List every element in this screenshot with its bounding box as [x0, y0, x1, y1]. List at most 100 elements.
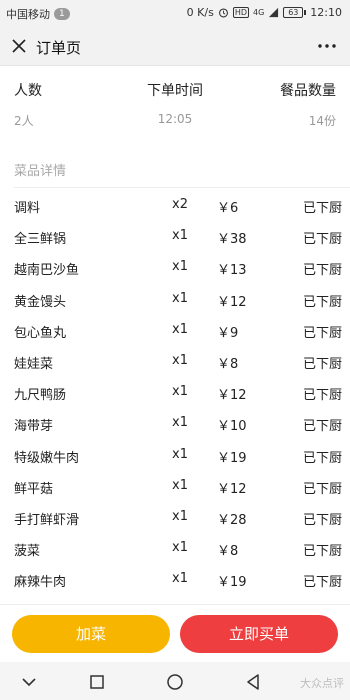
dish-price: ￥19 [217, 450, 247, 466]
order-summary: 人数 2人 下单时间 12:05 餐品数量 14份 [0, 80, 350, 140]
dish-quantity: x1 [172, 352, 188, 368]
section-title: 菜品详情 [14, 164, 67, 179]
people-label: 人数 [14, 83, 42, 99]
page-title: 订单页 [36, 39, 82, 57]
nav-collapse-button[interactable] [18, 671, 40, 693]
battery-level: 63 [283, 7, 304, 18]
dish-price: ￥13 [217, 263, 247, 279]
dish-price: ￥9 [217, 325, 239, 341]
dish-name: 全三鲜锅 [14, 232, 67, 248]
network-type: 4G [253, 8, 265, 17]
dish-price: ￥12 [217, 294, 247, 310]
dish-row: 黄金馒头 x1 ￥12 已下厨 [0, 283, 350, 314]
dish-row: 鲜平菇 x1 ￥12 已下厨 [0, 470, 350, 501]
dish-status: 已下厨 [302, 356, 342, 372]
status-bar: 中国移动 1 0 K/s HD 4G 63 12:10 [0, 0, 350, 26]
dish-row: 九尺鸭肠 x1 ￥12 已下厨 [0, 376, 350, 407]
alarm-icon [218, 8, 228, 18]
item-count-summary: 餐品数量 14份 [226, 80, 336, 129]
order-time-value: 12:05 [157, 112, 193, 126]
dish-price: ￥38 [217, 232, 247, 248]
dish-name: 娃娃菜 [14, 356, 54, 372]
dish-status: 已下厨 [302, 201, 342, 216]
back-triangle-icon [247, 674, 259, 690]
dish-quantity: x1 [172, 477, 188, 493]
dish-quantity: x1 [172, 415, 188, 431]
dish-row: 麻辣牛肉 x1 ￥19 已下厨 [0, 563, 350, 594]
pay-now-button[interactable]: 立即买单 [180, 615, 338, 653]
dish-row: 全三鲜锅 x1 ￥38 已下厨 [0, 220, 350, 251]
more-icon [318, 44, 336, 48]
close-icon [12, 39, 26, 53]
square-icon [90, 675, 104, 689]
dish-status: 已下厨 [302, 419, 342, 435]
dish-row: 娃娃菜 x1 ￥8 已下厨 [0, 345, 350, 376]
people-value: 2人 [14, 114, 34, 128]
system-nav-bar: 大众点评 [0, 662, 350, 700]
order-time-summary: 下单时间 12:05 [120, 80, 230, 126]
dish-name: 特级嫩牛肉 [14, 450, 80, 466]
dish-name: 包心鱼丸 [14, 325, 67, 341]
dish-quantity: x1 [172, 508, 188, 524]
chevron-down-icon [22, 678, 36, 687]
signal-icon [269, 7, 279, 18]
divider [14, 187, 350, 188]
watermark: 大众点评 [300, 677, 344, 690]
title-bar: 订单页 [0, 26, 350, 66]
dish-name: 海带芽 [14, 419, 54, 435]
dish-name: 调料 [14, 201, 41, 216]
nav-recents-button[interactable] [86, 671, 108, 693]
dish-price: ￥8 [217, 356, 239, 372]
dish-row: 菠菜 x1 ￥8 已下厨 [0, 532, 350, 563]
item-count-value: 14份 [308, 114, 336, 128]
people-summary: 人数 2人 [14, 80, 124, 129]
dish-quantity: x1 [172, 571, 188, 587]
dish-price: ￥6 [217, 201, 239, 216]
close-button[interactable] [8, 35, 30, 57]
dish-quantity: x1 [172, 290, 188, 306]
dish-price: ￥12 [217, 481, 247, 497]
dish-status: 已下厨 [302, 325, 342, 341]
dish-status: 已下厨 [302, 512, 342, 528]
dish-status: 已下厨 [302, 232, 342, 248]
add-dish-button[interactable]: 加菜 [12, 615, 170, 653]
more-button[interactable] [314, 34, 340, 58]
dish-name: 九尺鸭肠 [14, 388, 67, 404]
dish-row: 包心鱼丸 x1 ￥9 已下厨 [0, 314, 350, 345]
dish-quantity: x1 [172, 228, 188, 244]
dish-list: 调料 x2 ￥6 已下厨 全三鲜锅 x1 ￥38 已下厨 越南巴沙鱼 x1 ￥13 已下厨 黄金馒… [0, 189, 350, 594]
dish-status: 已下厨 [302, 450, 342, 466]
dish-quantity: x2 [172, 197, 188, 212]
dish-row: 越南巴沙鱼 x1 ￥13 已下厨 [0, 251, 350, 282]
item-count-label: 餐品数量 [280, 83, 336, 99]
dish-name: 手打鲜虾滑 [14, 512, 80, 528]
dish-status: 已下厨 [302, 544, 342, 560]
dish-name: 黄金馒头 [14, 294, 67, 310]
dish-status: 已下厨 [302, 388, 342, 404]
action-footer: 加菜 立即买单 [0, 604, 350, 662]
dish-quantity: x1 [172, 384, 188, 400]
dish-quantity: x1 [172, 259, 188, 275]
dish-status: 已下厨 [302, 575, 342, 591]
dish-row: 海带芽 x1 ￥10 已下厨 [0, 407, 350, 438]
hd-icon: HD [232, 7, 249, 18]
dish-status: 已下厨 [302, 481, 342, 497]
carrier-label: 中国移动 [6, 8, 50, 21]
dish-status: 已下厨 [302, 294, 342, 310]
network-speed: 0 K/s [186, 6, 214, 19]
dish-price: ￥28 [217, 512, 247, 528]
battery-icon: 63 [283, 7, 307, 18]
dish-row: 调料 x2 ￥6 已下厨 [0, 189, 350, 220]
circle-icon [167, 674, 183, 690]
dish-quantity: x1 [172, 321, 188, 337]
dish-price: ￥12 [217, 388, 247, 404]
dish-name: 越南巴沙鱼 [14, 263, 80, 279]
dish-quantity: x1 [172, 446, 188, 462]
dish-price: ￥8 [217, 544, 239, 560]
nav-back-button[interactable] [242, 671, 264, 693]
dish-price: ￥19 [217, 575, 247, 591]
notification-badge: 1 [54, 8, 70, 20]
dish-status: 已下厨 [302, 263, 342, 279]
nav-home-button[interactable] [164, 671, 186, 693]
clock: 12:10 [310, 6, 342, 19]
